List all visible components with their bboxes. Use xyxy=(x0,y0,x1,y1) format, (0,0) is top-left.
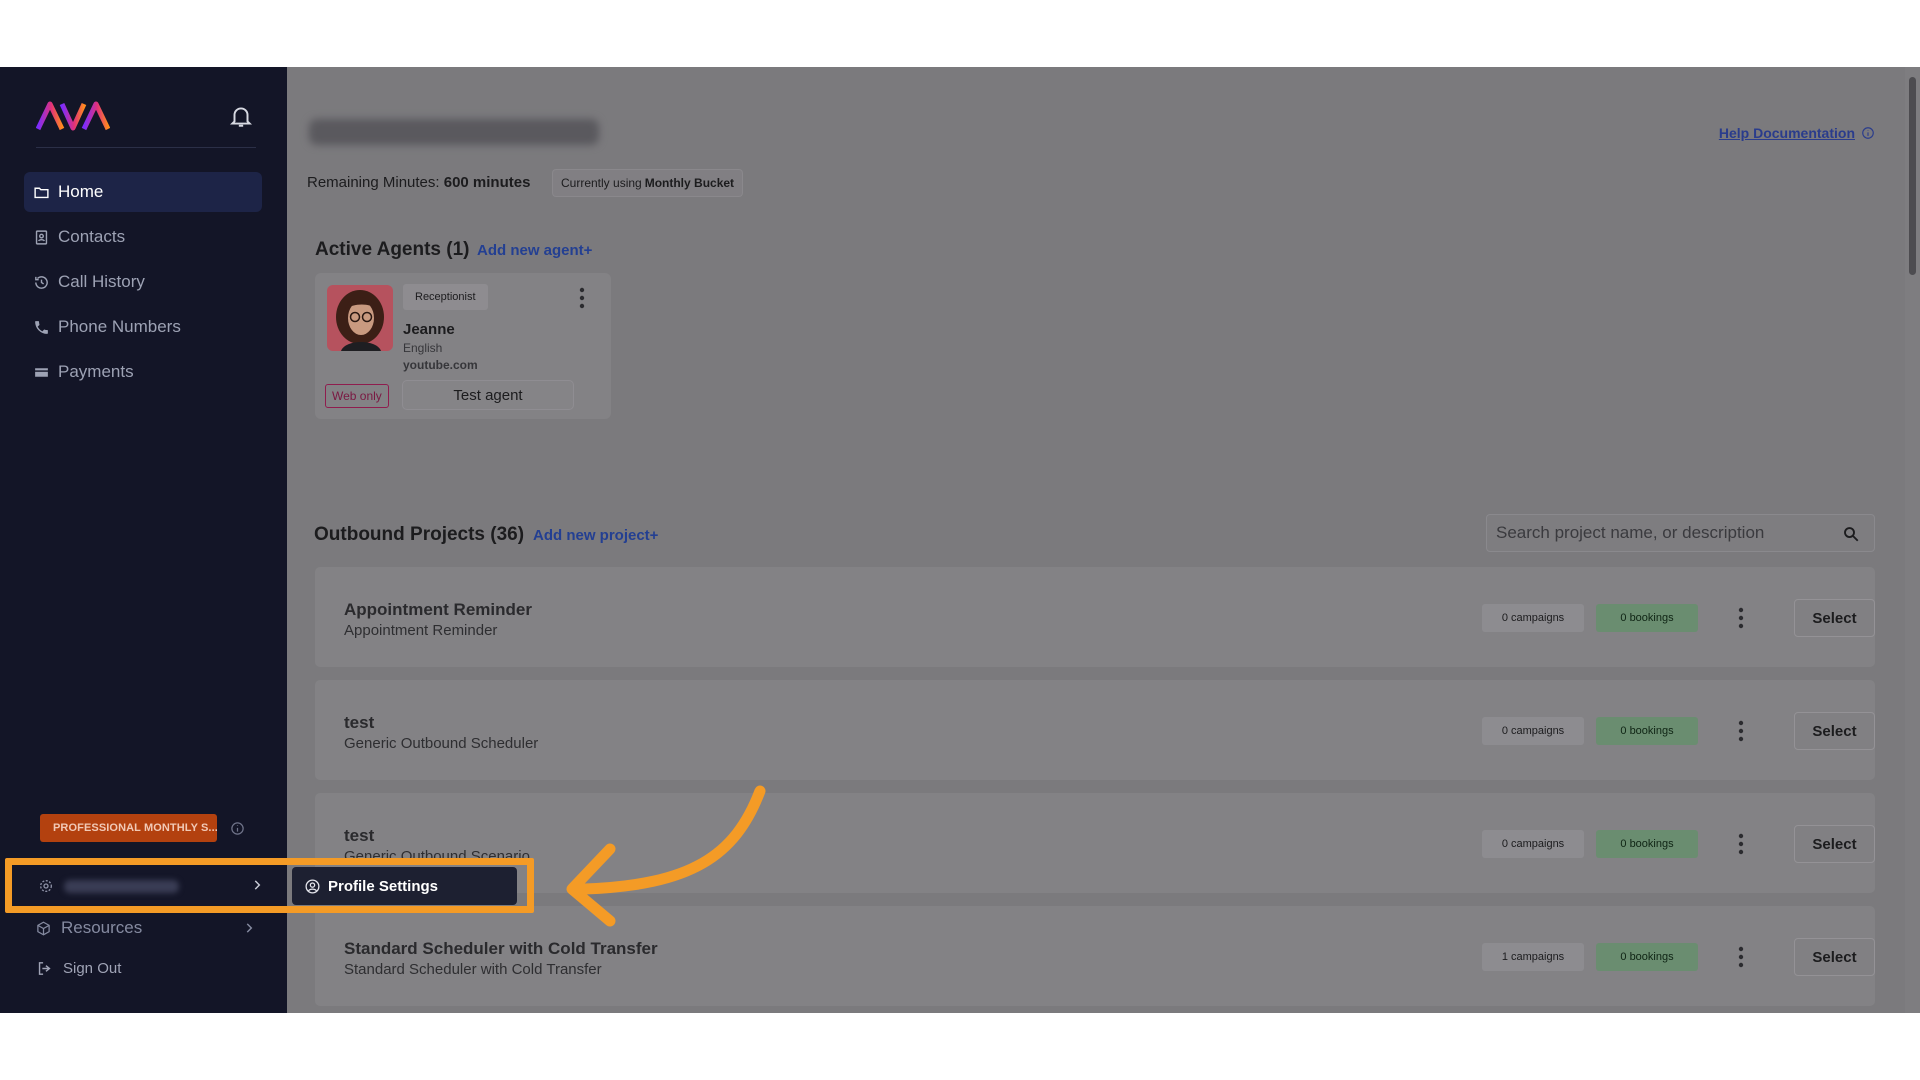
profile-settings-label: Profile Settings xyxy=(328,877,439,895)
web-only-badge: Web only xyxy=(325,384,389,408)
bucket-indicator: Currently using Monthly Bucket xyxy=(553,170,743,196)
history-icon xyxy=(35,275,48,289)
select-button[interactable]: Select xyxy=(1794,599,1875,637)
remaining-value: 600 minutes xyxy=(443,174,531,191)
test-agent-button[interactable]: Test agent xyxy=(403,381,573,409)
project-row: Appointment Reminder Appointment Reminde… xyxy=(315,567,1875,667)
chevron-right-icon xyxy=(246,923,253,933)
sidebar-item-call-history[interactable]: Call History xyxy=(24,262,262,302)
agent-name: Jeanne xyxy=(403,321,455,338)
project-row: Standard Scheduler with Cold Transfer St… xyxy=(315,906,1875,1006)
project-description: Generic Outbound Scheduler xyxy=(344,735,539,752)
bell-icon[interactable] xyxy=(228,103,254,129)
add-project-link[interactable]: Add new project+ xyxy=(533,527,658,544)
sidebar-item-contacts[interactable]: Contacts xyxy=(24,217,262,257)
sidebar-item-label: Home xyxy=(58,182,104,201)
add-agent-link[interactable]: Add new agent+ xyxy=(477,242,592,259)
remaining-minutes: Remaining Minutes: 600 minutes xyxy=(307,174,530,191)
sidebar-item-home[interactable]: Home xyxy=(24,172,262,212)
sign-out-button[interactable]: Sign Out xyxy=(36,956,121,980)
scrollbar[interactable] xyxy=(1905,67,1920,1013)
card-icon xyxy=(35,367,48,377)
user-circle-icon xyxy=(305,878,320,894)
profile-settings-menu-item[interactable]: Profile Settings xyxy=(292,867,517,905)
folder-icon xyxy=(34,187,49,198)
project-name: test xyxy=(344,713,375,732)
campaigns-badge: 0 campaigns xyxy=(1482,717,1584,745)
select-button[interactable]: Select xyxy=(1794,938,1875,976)
contact-book-icon xyxy=(35,229,48,245)
project-name: Standard Scheduler with Cold Transfer xyxy=(344,939,658,958)
bookings-badge: 0 bookings xyxy=(1596,943,1698,971)
sidebar-item-label: Phone Numbers xyxy=(58,317,181,336)
more-options-icon[interactable] xyxy=(1736,720,1746,742)
resources-label: Resources xyxy=(61,918,143,937)
help-link-label: Help Documentation xyxy=(1718,125,1855,141)
project-description: Standard Scheduler with Cold Transfer xyxy=(344,961,602,978)
agent-card[interactable]: Receptionist Jeanne English youtube.com … xyxy=(315,273,611,419)
app-window: Home Contacts Call History Phone Numbers… xyxy=(0,67,1920,1013)
sidebar-item-phone-numbers[interactable]: Phone Numbers xyxy=(24,307,262,347)
bookings-badge: 0 bookings xyxy=(1596,830,1698,858)
sign-out-icon xyxy=(38,961,51,975)
info-icon[interactable] xyxy=(230,821,245,836)
resources-menu-item[interactable]: Resources xyxy=(36,916,256,940)
plan-badge[interactable]: PROFESSIONAL MONTHLY S... xyxy=(40,814,217,842)
sidebar-divider xyxy=(36,147,256,148)
project-description: Appointment Reminder xyxy=(344,622,498,639)
blurred-welcome-title xyxy=(309,119,599,145)
agent-language: English xyxy=(403,341,443,355)
phone-icon xyxy=(35,320,48,334)
remaining-label: Remaining Minutes: xyxy=(307,174,440,191)
agent-role-tag: Receptionist xyxy=(403,284,488,310)
project-name: Appointment Reminder xyxy=(344,600,532,619)
more-options-icon[interactable] xyxy=(1736,946,1746,968)
select-button[interactable]: Select xyxy=(1794,825,1875,863)
more-options-icon[interactable] xyxy=(1736,833,1746,855)
search-input[interactable]: Search project name, or description xyxy=(1486,514,1875,552)
more-options-icon[interactable] xyxy=(1736,607,1746,629)
search-placeholder: Search project name, or description xyxy=(1496,523,1765,542)
project-row: test Generic Outbound Scheduler 0 campai… xyxy=(315,680,1875,780)
project-row: test Generic Outbound Scenario 0 campaig… xyxy=(315,793,1875,893)
sign-out-label: Sign Out xyxy=(63,959,122,977)
project-name: test xyxy=(344,826,375,845)
more-options-icon[interactable] xyxy=(577,287,587,309)
scrollbar-thumb[interactable] xyxy=(1909,77,1916,275)
active-agents-title: Active Agents (1) xyxy=(315,239,470,260)
bookings-badge: 0 bookings xyxy=(1596,717,1698,745)
sidebar-item-payments[interactable]: Payments xyxy=(24,352,262,392)
info-icon xyxy=(1862,127,1874,139)
bookings-badge: 0 bookings xyxy=(1596,604,1698,632)
avatar xyxy=(327,285,393,351)
bucket-prefix: Currently using xyxy=(561,176,642,190)
sidebar-item-label: Payments xyxy=(58,362,134,381)
ava-logo xyxy=(36,101,110,131)
sidebar-item-label: Contacts xyxy=(58,227,126,246)
campaigns-badge: 0 campaigns xyxy=(1482,830,1584,858)
bucket-value: Monthly Bucket xyxy=(644,176,735,190)
help-documentation-link[interactable]: Help Documentation xyxy=(1719,125,1875,141)
outbound-projects-title: Outbound Projects (36) xyxy=(314,524,525,545)
sidebar-item-label: Call History xyxy=(58,272,145,291)
select-button[interactable]: Select xyxy=(1794,712,1875,750)
search-icon[interactable] xyxy=(1842,525,1860,543)
agent-site: youtube.com xyxy=(403,358,478,372)
campaigns-badge: 0 campaigns xyxy=(1482,604,1584,632)
cube-icon xyxy=(37,921,50,935)
campaigns-badge: 1 campaigns xyxy=(1482,943,1584,971)
